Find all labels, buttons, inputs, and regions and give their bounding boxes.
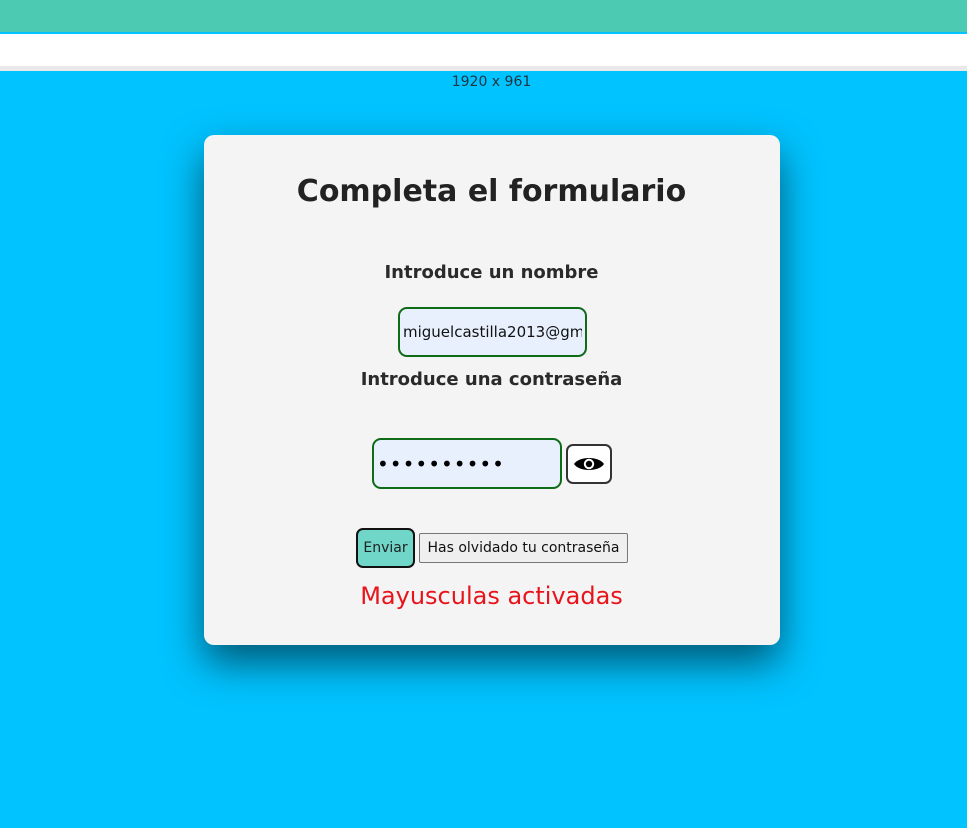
devtools-toolbar	[0, 34, 967, 66]
send-button[interactable]: Enviar	[356, 528, 415, 568]
viewport-dimensions: 1920 x 961	[451, 74, 532, 90]
top-banner	[0, 0, 967, 32]
eye-icon	[574, 458, 604, 470]
toggle-password-button[interactable]	[566, 444, 612, 484]
toolbar-divider	[0, 66, 967, 71]
form-title: Completa el formulario	[296, 174, 687, 209]
forgot-password-button[interactable]: Has olvidado tu contraseña	[419, 533, 628, 563]
name-input[interactable]	[398, 307, 587, 357]
form-card	[204, 135, 780, 645]
password-label: Introduce una contraseña	[360, 369, 623, 390]
name-label: Introduce un nombre	[384, 262, 599, 283]
caps-lock-warning: Mayusculas activadas	[360, 582, 623, 610]
password-input[interactable]	[372, 438, 562, 489]
